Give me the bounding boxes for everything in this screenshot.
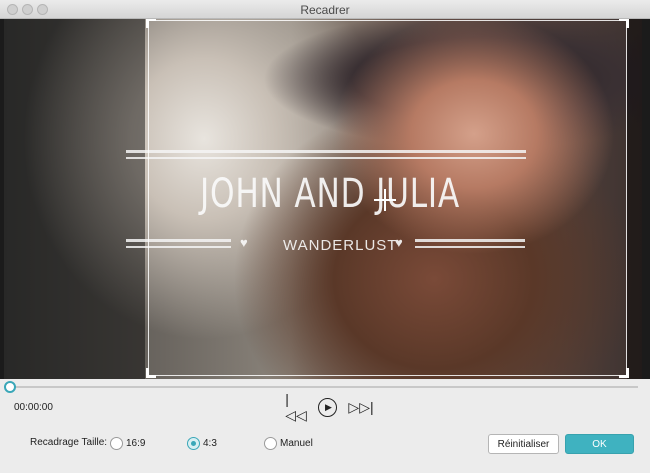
crop-handle-bottom-left[interactable] xyxy=(146,368,156,378)
crop-dim-left xyxy=(4,19,145,379)
crop-handle-bottom-right[interactable] xyxy=(619,368,629,378)
timecode: 00:00:00 xyxy=(14,402,53,413)
reset-button[interactable]: Réinitialiser xyxy=(488,434,559,454)
skip-forward-icon[interactable]: ▷▷| xyxy=(348,398,373,416)
crop-option-16-9[interactable]: 16:9 xyxy=(110,437,145,450)
timeline-track[interactable] xyxy=(10,386,638,388)
ok-button[interactable]: OK xyxy=(565,434,634,454)
radio-button-selected[interactable] xyxy=(187,437,200,450)
radio-label: Manuel xyxy=(280,438,313,449)
radio-label: 4:3 xyxy=(203,438,217,449)
skip-back-icon[interactable]: |◁◁ xyxy=(285,391,307,423)
video-preview: JOHN AND JULIA ♥ WANDERLUST ♥ xyxy=(0,19,650,379)
crop-size-label: Recadrage Taille: xyxy=(30,437,108,448)
crop-dim-right xyxy=(627,19,642,379)
timeline-scrubber[interactable] xyxy=(4,381,16,393)
title-bar: Recadrer xyxy=(0,0,650,19)
radio-button[interactable] xyxy=(264,437,277,450)
crop-handle-top-left[interactable] xyxy=(146,19,156,28)
radio-label: 16:9 xyxy=(126,438,146,449)
radio-button[interactable] xyxy=(110,437,123,450)
window-title: Recadrer xyxy=(300,3,350,17)
crop-handle-top-right[interactable] xyxy=(619,19,629,28)
crop-option-manual[interactable]: Manuel xyxy=(264,437,313,450)
crosshair-icon[interactable] xyxy=(374,189,396,211)
crop-option-4-3[interactable]: 4:3 xyxy=(187,437,217,450)
play-icon[interactable]: ▶ xyxy=(318,398,337,417)
